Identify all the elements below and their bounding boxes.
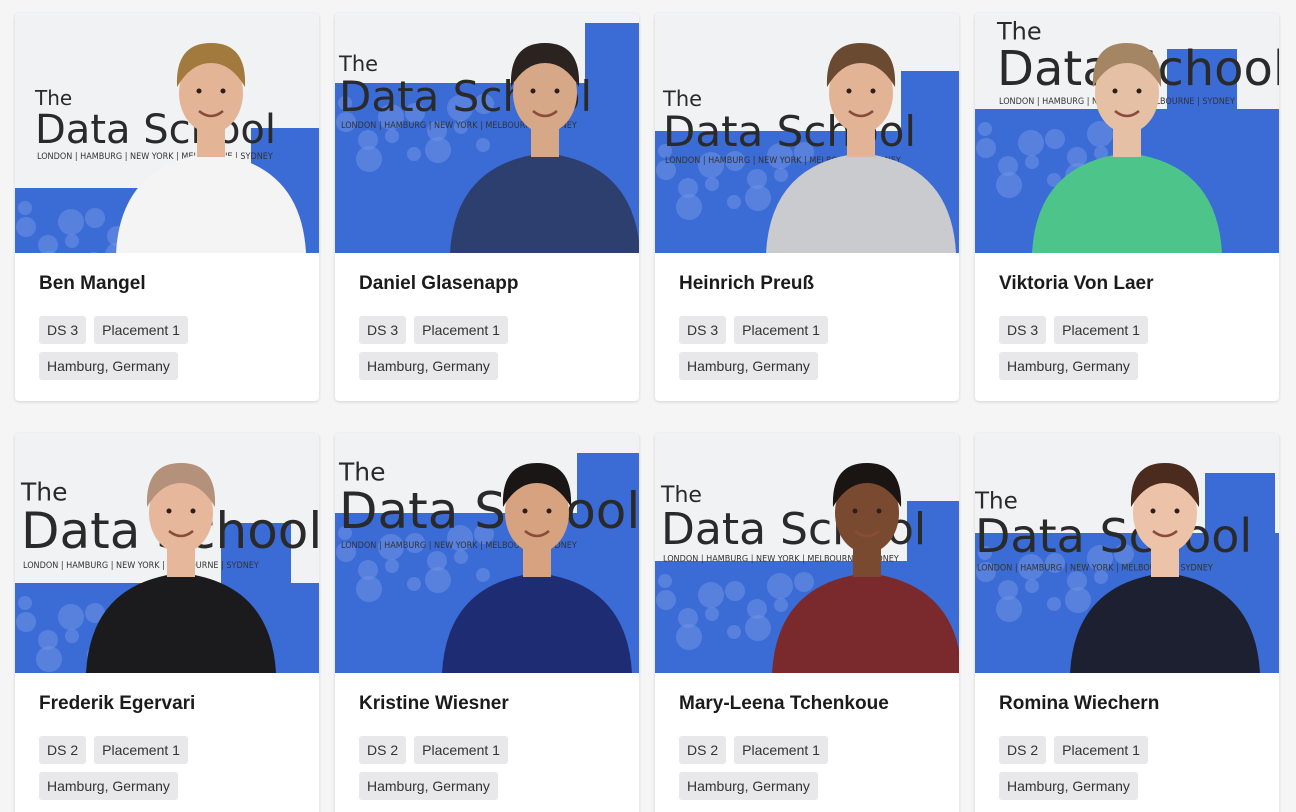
team-member-card[interactable]: TheData SchoolLONDON | HAMBURG | NEW YOR… <box>335 433 639 812</box>
placement-tag: Placement 1 <box>1054 736 1148 764</box>
team-member-card[interactable]: TheData SchoolLONDON | HAMBURG | NEW YOR… <box>655 13 959 401</box>
card-body: Romina Wiechern DS 2 Placement 1 Hamburg, G… <box>975 673 1279 800</box>
team-member-card[interactable]: TheData SchoolLONDON | HAMBURG | NEW YOR… <box>15 433 319 812</box>
member-photo: TheData SchoolLONDON | HAMBURG | NEW YOR… <box>975 13 1279 253</box>
location-tag: Hamburg, Germany <box>39 352 178 380</box>
location-tag: Hamburg, Germany <box>679 352 818 380</box>
member-photo: TheData SchoolLONDON | HAMBURG | NEW YOR… <box>655 433 959 673</box>
member-tags: DS 3 Placement 1 <box>359 316 615 344</box>
member-tags: DS 2 Placement 1 <box>999 736 1255 764</box>
team-member-card[interactable]: TheData SchoolLONDON | HAMBURG | NEW YOR… <box>975 13 1279 401</box>
placement-tag: Placement 1 <box>414 736 508 764</box>
card-body: Mary-Leena Tchenkoue DS 2 Placement 1 Hambu… <box>655 673 959 800</box>
member-name[interactable]: Ben Mangel <box>39 272 295 296</box>
member-tags: DS 2 Placement 1 <box>359 736 615 764</box>
placement-tag: Placement 1 <box>414 316 508 344</box>
member-tags: DS 3 Placement 1 <box>679 316 935 344</box>
location-tag: Hamburg, Germany <box>999 772 1138 800</box>
member-tags: DS 3 Placement 1 <box>39 316 295 344</box>
banner-text-data-school: Data School <box>339 482 639 540</box>
member-name[interactable]: Romina Wiechern <box>999 692 1255 716</box>
location-tag: Hamburg, Germany <box>39 772 178 800</box>
member-name[interactable]: Viktoria Von Laer <box>999 272 1255 296</box>
member-name[interactable]: Frederik Egervari <box>39 692 295 716</box>
member-name[interactable]: Kristine Wiesner <box>359 692 615 716</box>
cohort-tag: DS 3 <box>39 316 87 344</box>
cohort-tag: DS 2 <box>39 736 87 764</box>
team-member-card[interactable]: TheData SchoolLONDON | HAMBURG | NEW YOR… <box>15 13 319 401</box>
cohort-tag: DS 2 <box>359 736 407 764</box>
member-photo: TheData SchoolLONDON | HAMBURG | NEW YOR… <box>655 13 959 253</box>
card-body: Kristine Wiesner DS 2 Placement 1 Hamburg, … <box>335 673 639 800</box>
location-tag: Hamburg, Germany <box>359 772 498 800</box>
placement-tag: Placement 1 <box>734 316 828 344</box>
member-tags: DS 2 Placement 1 <box>39 736 295 764</box>
placement-tag: Placement 1 <box>734 736 828 764</box>
member-name[interactable]: Daniel Glasenapp <box>359 272 615 296</box>
location-tag: Hamburg, Germany <box>679 772 818 800</box>
placement-tag: Placement 1 <box>94 316 188 344</box>
team-member-card[interactable]: TheData SchoolLONDON | HAMBURG | NEW YOR… <box>975 433 1279 812</box>
cohort-tag: DS 3 <box>679 316 727 344</box>
card-body: Viktoria Von Laer DS 3 Placement 1 Hamburg,… <box>975 253 1279 380</box>
location-tag: Hamburg, Germany <box>999 352 1138 380</box>
card-body: Frederik Egervari DS 2 Placement 1 Hamburg,… <box>15 673 319 800</box>
banner-text-data-school: Data School <box>35 107 276 153</box>
team-member-card[interactable]: TheData SchoolLONDON | HAMBURG | NEW YOR… <box>655 433 959 812</box>
team-member-card[interactable]: TheData SchoolLONDON | HAMBURG | NEW YOR… <box>335 13 639 401</box>
placement-tag: Placement 1 <box>1054 316 1148 344</box>
placement-tag: Placement 1 <box>94 736 188 764</box>
banner-subtitle: LONDON | HAMBURG | NEW YORK | MELBOURNE … <box>23 561 259 571</box>
member-photo: TheData SchoolLONDON | HAMBURG | NEW YOR… <box>15 13 319 253</box>
member-photo: TheData SchoolLONDON | HAMBURG | NEW YOR… <box>15 433 319 673</box>
member-name[interactable]: Heinrich Preuß <box>679 272 935 296</box>
location-tag: Hamburg, Germany <box>359 352 498 380</box>
cohort-tag: DS 3 <box>999 316 1047 344</box>
member-photo: TheData SchoolLONDON | HAMBURG | NEW YOR… <box>335 433 639 673</box>
cohort-tag: DS 3 <box>359 316 407 344</box>
member-tags: DS 3 Placement 1 <box>999 316 1255 344</box>
card-body: Daniel Glasenapp DS 3 Placement 1 Hamburg, … <box>335 253 639 380</box>
member-name[interactable]: Mary-Leena Tchenkoue <box>679 692 935 716</box>
member-photo: TheData SchoolLONDON | HAMBURG | NEW YOR… <box>975 433 1279 673</box>
member-photo: TheData SchoolLONDON | HAMBURG | NEW YOR… <box>335 13 639 253</box>
card-body: Heinrich Preuß DS 3 Placement 1 Hamburg, Ge… <box>655 253 959 380</box>
banner-text-data-school: Data School <box>975 509 1252 563</box>
member-tags: DS 2 Placement 1 <box>679 736 935 764</box>
cohort-tag: DS 2 <box>679 736 727 764</box>
cohort-tag: DS 2 <box>999 736 1047 764</box>
card-body: Ben Mangel DS 3 Placement 1 Hamburg, German… <box>15 253 319 380</box>
team-grid: The Data School LONDON | HAMBURG | NEW YOR… <box>15 13 1279 812</box>
